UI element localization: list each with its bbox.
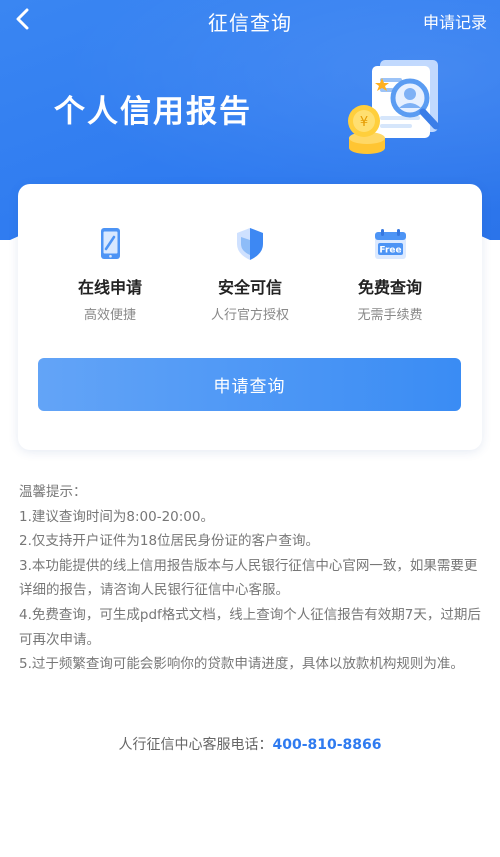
- feature-free: Free 免费查询 无需手续费: [320, 224, 460, 323]
- tip-item: 1.建议查询时间为8:00-20:00。: [19, 508, 214, 525]
- tips-heading: 温馨提示：: [19, 484, 87, 500]
- credit-query-page: 征信查询 申请记录 个人信用报告 ¥ 在线申请 高效便捷 安全可信 人行官方授权…: [0, 0, 500, 857]
- phone-edit-icon: [101, 228, 120, 259]
- feature-online-apply: 在线申请 高效便捷: [40, 224, 180, 323]
- hero-title: 个人信用报告: [54, 94, 252, 130]
- feature-title: 免费查询: [357, 278, 422, 297]
- back-button[interactable]: [8, 4, 38, 34]
- tip-item: 5.过于频繁查询可能会影响你的贷款申请进度，具体以放款机构规则为准。: [19, 656, 464, 673]
- tips-section: 温馨提示： 1.建议查询时间为8:00-20:00。 2.仅支持开户证件为18位…: [19, 480, 485, 677]
- shield-icon: [237, 228, 263, 260]
- hotline-phone-link[interactable]: 400-810-8866: [272, 737, 381, 753]
- application-records-link[interactable]: 申请记录: [423, 9, 487, 33]
- service-card: 在线申请 高效便捷 安全可信 人行官方授权 Free 免费查询 无需手续费 申请…: [18, 184, 482, 450]
- free-badge-text: Free: [379, 246, 401, 256]
- apply-query-button[interactable]: 申请查询: [38, 358, 461, 411]
- hotline-label: 人行征信中心客服电话：: [118, 737, 273, 753]
- feature-secure: 安全可信 人行官方授权: [180, 224, 320, 323]
- chevron-left-icon: [16, 8, 29, 30]
- credit-report-illustration: ¥: [348, 60, 440, 154]
- feature-title: 在线申请: [77, 278, 142, 297]
- tip-item: 3.本功能提供的线上信用报告版本与人民银行征信中心官网一致，如果需要更详细的报告…: [19, 557, 478, 599]
- service-hotline: 人行征信中心客服电话：400-810-8866: [0, 734, 500, 754]
- feature-subtitle: 无需手续费: [357, 308, 423, 323]
- tip-item: 4.免费查询，可生成pdf格式文档，线上查询个人征信报告有效期7天，过期后可再次…: [19, 606, 481, 648]
- feature-title: 安全可信: [217, 278, 282, 297]
- svg-text:¥: ¥: [360, 115, 368, 130]
- feature-list: 在线申请 高效便捷 安全可信 人行官方授权 Free 免费查询 无需手续费: [18, 224, 482, 324]
- free-calendar-icon: Free: [375, 229, 406, 259]
- feature-subtitle: 高效便捷: [83, 308, 136, 323]
- tip-item: 2.仅支持开户证件为18位居民身份证的客户查询。: [19, 533, 320, 550]
- top-nav-bar: 征信查询 申请记录: [0, 0, 500, 40]
- feature-subtitle: 人行官方授权: [210, 308, 289, 323]
